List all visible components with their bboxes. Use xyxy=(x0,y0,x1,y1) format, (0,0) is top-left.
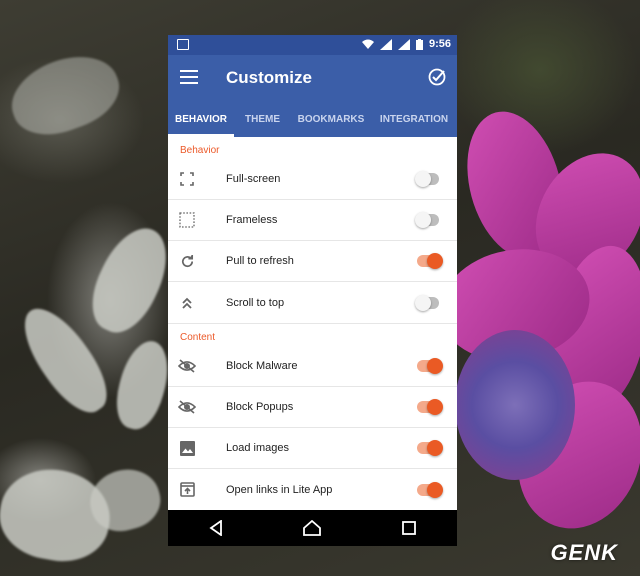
app-bar: Customize xyxy=(168,55,457,102)
tab-theme[interactable]: THEME xyxy=(234,102,291,137)
setting-label: Scroll to top xyxy=(226,296,285,309)
status-time: 9:56 xyxy=(428,38,451,50)
setting-label: Block Popups xyxy=(226,401,294,413)
signal-2-icon xyxy=(397,38,410,50)
section-header-behavior: Behavior xyxy=(180,145,220,156)
home-icon[interactable] xyxy=(302,518,322,538)
refresh-icon xyxy=(178,252,196,270)
block-popups-toggle[interactable] xyxy=(417,399,443,415)
setting-pull-to-refresh[interactable]: Pull to refresh xyxy=(168,241,457,282)
signal-icon xyxy=(379,38,392,50)
android-nav-bar xyxy=(168,510,457,546)
eye-off-icon xyxy=(178,357,196,375)
tab-bookmarks[interactable]: BOOKMARKS xyxy=(291,102,371,137)
setting-label: Open links in Lite App xyxy=(226,483,333,496)
status-bar: 9:56 xyxy=(168,35,457,55)
load-images-toggle[interactable] xyxy=(417,440,443,456)
setting-label: Pull to refresh xyxy=(226,255,294,267)
setting-open-links-lite-app[interactable]: Open links in Lite App xyxy=(168,469,457,510)
frameless-icon xyxy=(178,211,196,229)
fullscreen-toggle[interactable] xyxy=(415,171,439,187)
setting-frameless[interactable]: Frameless xyxy=(168,200,457,241)
back-icon[interactable] xyxy=(206,518,226,538)
frameless-toggle[interactable] xyxy=(415,212,439,228)
battery-icon xyxy=(415,38,423,50)
section-header-content: Content xyxy=(180,332,216,343)
tab-behavior[interactable]: BEHAVIOR xyxy=(168,102,234,137)
eye-off-icon xyxy=(178,398,196,416)
setting-fullscreen[interactable]: Full-screen xyxy=(168,159,457,200)
setting-label: Load images xyxy=(226,442,289,454)
phone-screen: 9:56 Customize BEHAVIOR THEME BOOKMARKS … xyxy=(168,35,457,546)
tab-integration[interactable]: INTEGRATION xyxy=(371,102,457,137)
double-chevron-up-icon xyxy=(178,294,196,312)
setting-label: Full-screen xyxy=(226,173,281,185)
image-notification-icon xyxy=(177,39,189,50)
setting-load-images[interactable]: Load images xyxy=(168,428,457,469)
genk-watermark: GENK xyxy=(550,540,618,565)
setting-scroll-to-top[interactable]: Scroll to top xyxy=(168,282,457,323)
setting-block-malware[interactable]: Block Malware xyxy=(168,346,457,387)
scroll-to-top-toggle[interactable] xyxy=(415,294,439,311)
setting-label: Frameless xyxy=(226,214,278,226)
setting-block-popups[interactable]: Block Popups xyxy=(168,387,457,428)
open-in-app-icon xyxy=(178,481,196,499)
page-title: Customize xyxy=(226,68,312,87)
menu-icon[interactable] xyxy=(180,70,198,84)
fullscreen-icon xyxy=(178,170,196,188)
settings-list: Behavior Full-screen Frameless Pull to r… xyxy=(168,137,457,510)
tab-bar: BEHAVIOR THEME BOOKMARKS INTEGRATION xyxy=(168,102,457,137)
recents-icon[interactable] xyxy=(399,518,419,538)
open-links-lite-app-toggle[interactable] xyxy=(417,481,443,498)
image-icon xyxy=(178,439,196,457)
pull-to-refresh-toggle[interactable] xyxy=(417,253,443,269)
wifi-icon xyxy=(361,39,374,49)
save-check-icon[interactable] xyxy=(427,67,447,87)
block-malware-toggle[interactable] xyxy=(417,358,443,374)
setting-label: Block Malware xyxy=(226,360,298,372)
